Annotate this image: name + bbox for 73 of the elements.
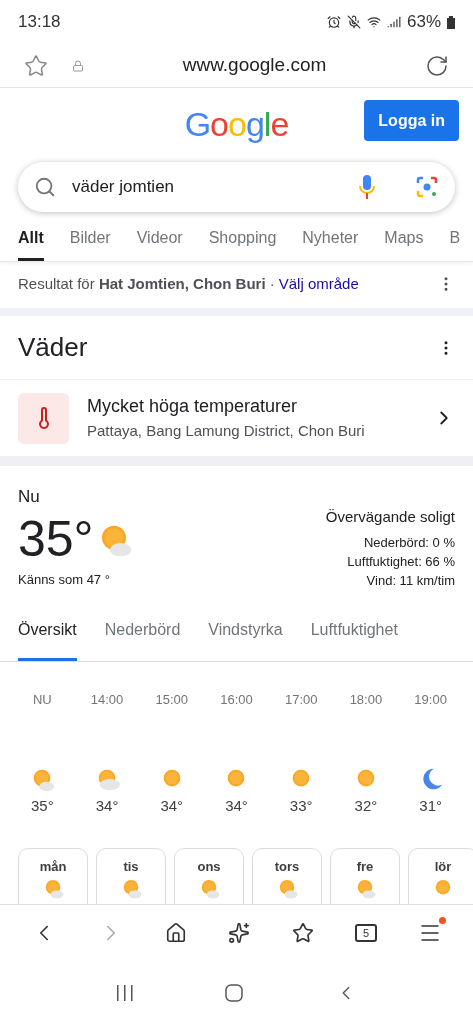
hour-label: 18:00 [349, 690, 383, 709]
url-text[interactable]: www.google.com [84, 51, 425, 80]
choose-area-link[interactable]: Välj område [278, 272, 359, 296]
day-label: lör [434, 857, 452, 876]
day-label: tors [274, 857, 300, 876]
alert-row[interactable]: Mycket höga temperaturer Pattaya, Bang Lamung District, Chon Buri [0, 380, 473, 466]
home-button-icon[interactable] [225, 983, 244, 1002]
hour-temperature: 32° [354, 796, 378, 816]
day-label: mån [39, 857, 67, 876]
feels-like: Känns som 47 ° [18, 570, 111, 589]
signal-icon [386, 15, 401, 29]
search-tab[interactable]: Allt [18, 226, 44, 261]
status-time: 13:18 [18, 11, 61, 34]
day-label: tis [123, 857, 139, 876]
day-label: fre [356, 857, 374, 876]
alert-place: Pattaya, Bang Lamung District, Chon Buri [87, 421, 366, 442]
weather-detail: Nederbörd: 0 % [363, 533, 455, 552]
condition-text: Övervägande soligt [325, 507, 455, 527]
weather-tab[interactable]: Vindstyrka [208, 613, 283, 661]
day-card[interactable]: tis [96, 847, 166, 904]
weather-detail: Luftfuktighet: 66 % [347, 552, 455, 571]
now-label: Nu [18, 486, 41, 508]
hour-temperature: 31° [419, 796, 442, 816]
weather-tab[interactable]: Luftfuktighet [310, 613, 398, 661]
hour-label: NU [32, 690, 52, 709]
reload-icon[interactable] [425, 53, 449, 78]
location-text: Resultat för Hat Jomtien, Chon Buri · [18, 273, 275, 294]
alert-title: Mycket höga temperaturer [87, 395, 299, 419]
thermometer-icon [18, 392, 69, 444]
weather-title: Väder [18, 331, 88, 364]
hour-label: 17:00 [284, 690, 318, 709]
mute-icon [346, 15, 361, 29]
lock-icon [72, 59, 84, 72]
search-field[interactable]: väder jomtien [18, 162, 455, 212]
search-tab[interactable]: B [449, 226, 461, 261]
home-icon[interactable] [165, 922, 188, 944]
weather-detail: Vind: 11 km/tim [366, 571, 455, 590]
day-card[interactable]: fre [330, 847, 400, 904]
search-tab[interactable]: Nyheter [302, 226, 359, 261]
search-tab[interactable]: Bilder [69, 226, 111, 261]
hour-temperature: 34° [225, 796, 248, 816]
day-card[interactable]: mån [18, 847, 88, 904]
tabs-button[interactable]: 5 [355, 924, 378, 942]
search-icon [34, 176, 56, 198]
login-button[interactable]: Logga in [364, 100, 459, 141]
search-query: väder jomtien [72, 176, 176, 199]
hour-label: 16:00 [220, 690, 253, 709]
weather-tab[interactable]: Nederbörd [104, 613, 181, 661]
google-logo[interactable]: Google [184, 98, 289, 150]
hour-temperature: 35° [31, 796, 54, 816]
alarm-icon [326, 15, 341, 29]
camera-lens-icon[interactable] [415, 175, 439, 199]
search-tab[interactable]: Maps [384, 226, 424, 261]
hour-label: 19:00 [414, 690, 447, 709]
hour-temperature: 34° [95, 796, 119, 816]
hour-label: 15:00 [155, 690, 189, 709]
bookmark-star-icon[interactable] [24, 53, 48, 78]
day-card[interactable]: tors [252, 847, 322, 904]
day-label: ons [197, 857, 221, 876]
current-temperature: 35° [18, 509, 94, 568]
hour-label: 14:00 [90, 690, 124, 709]
search-tab[interactable]: Videor [136, 226, 183, 261]
recent-apps-icon[interactable] [115, 984, 134, 1001]
day-card[interactable]: ons [174, 847, 244, 904]
hour-temperature: 34° [160, 796, 184, 816]
battery-percent: 63% [406, 11, 441, 34]
sparkles-icon[interactable] [228, 922, 251, 944]
bookmarks-icon[interactable] [291, 922, 314, 944]
battery-icon [447, 15, 455, 29]
hour-temperature: 33° [289, 796, 313, 816]
search-tab[interactable]: Shopping [208, 226, 277, 261]
microphone-icon[interactable] [359, 175, 375, 199]
weather-tab[interactable]: Översikt [18, 613, 77, 661]
